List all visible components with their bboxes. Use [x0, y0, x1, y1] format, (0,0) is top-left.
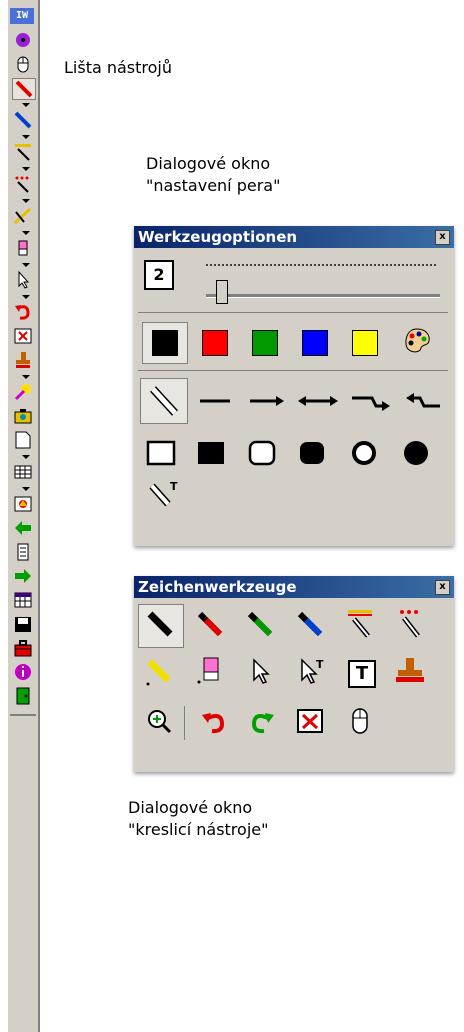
chevron-down-icon[interactable] — [22, 199, 30, 203]
vertical-toolbar: IW — [8, 0, 40, 1032]
black-pen-icon[interactable] — [140, 606, 180, 642]
yellow-marker-icon[interactable] — [140, 654, 180, 690]
return-arrow-icon — [406, 393, 440, 408]
toolbar-caption: Lišta nástrojů — [64, 58, 173, 77]
chevron-down-icon[interactable] — [22, 487, 30, 491]
calendar-icon[interactable] — [12, 590, 34, 610]
blue-pen-icon[interactable] — [12, 110, 34, 130]
thickness-value: 2 — [144, 260, 174, 290]
pen-options-dialog: Werkzeugoptionen x 2 T — [134, 226, 454, 546]
back-arrow-icon[interactable] — [12, 518, 34, 538]
drawing-tools-dialog: Zeichenwerkzeuge x T T — [134, 576, 454, 772]
redo-icon[interactable] — [242, 704, 282, 740]
divider — [138, 312, 448, 313]
app-logo: IW — [10, 8, 34, 24]
green-pen-icon[interactable] — [240, 606, 280, 642]
toolbar-divider — [10, 714, 36, 716]
info-icon[interactable] — [12, 662, 34, 682]
dialog-title-bar: Zeichenwerkzeuge x — [134, 576, 454, 598]
color-blue[interactable] — [302, 330, 328, 356]
highlighter-icon[interactable] — [340, 606, 380, 642]
color-red[interactable] — [202, 330, 228, 356]
page-icon[interactable] — [12, 430, 34, 450]
close-icon[interactable]: x — [435, 230, 450, 245]
eraser-icon[interactable] — [12, 238, 34, 258]
chevron-down-icon[interactable] — [22, 231, 30, 235]
undo-icon[interactable] — [194, 704, 234, 740]
chevron-down-icon[interactable] — [22, 167, 30, 171]
text-tool-icon[interactable]: T — [348, 660, 376, 688]
eraser-icon[interactable] — [190, 654, 230, 690]
red-pen-icon[interactable] — [190, 606, 230, 642]
save-icon[interactable] — [12, 614, 34, 634]
divider — [138, 370, 448, 371]
stamp-icon[interactable] — [12, 350, 34, 370]
blue-pen-icon[interactable] — [290, 606, 330, 642]
chevron-down-icon[interactable] — [22, 263, 30, 267]
camera-icon[interactable] — [12, 406, 34, 426]
stamp-icon[interactable] — [390, 654, 430, 690]
pointer-icon[interactable] — [240, 654, 280, 690]
thickness-slider-thumb[interactable] — [216, 280, 228, 304]
pen-dialog-caption-line2: "nastavení pera" — [146, 176, 281, 195]
target-icon[interactable] — [12, 30, 34, 50]
pen-dialog-caption-line1: Dialogové okno — [146, 154, 271, 173]
slider-ticks — [206, 264, 436, 272]
clear-page-icon[interactable] — [290, 704, 330, 740]
mouse-icon[interactable] — [12, 54, 34, 74]
red-pen-icon[interactable] — [12, 78, 36, 100]
color-yellow[interactable] — [352, 330, 378, 356]
zoom-icon[interactable] — [140, 704, 180, 740]
chevron-down-icon[interactable] — [22, 103, 30, 107]
dialog-title: Zeichenwerkzeuge — [138, 578, 297, 596]
chevron-down-icon[interactable] — [22, 455, 30, 459]
exit-icon[interactable] — [12, 686, 34, 706]
text-pointer-icon[interactable]: T — [290, 654, 330, 690]
close-icon[interactable]: x — [435, 580, 450, 595]
highlighter-icon[interactable] — [12, 142, 34, 162]
pointer-icon[interactable] — [12, 270, 34, 290]
dialog-title: Werkzeugoptionen — [138, 228, 298, 246]
torch-icon[interactable] — [12, 382, 34, 402]
text-pen-icon[interactable]: T — [146, 478, 180, 512]
color-black[interactable] — [152, 330, 178, 356]
undo-icon[interactable] — [12, 302, 34, 322]
double-arrow-icon — [298, 396, 338, 406]
dialog-title-bar: Werkzeugoptionen x — [134, 226, 454, 248]
thickness-slider-track[interactable] — [206, 294, 440, 298]
grid-icon[interactable] — [12, 462, 34, 482]
toolbox-icon[interactable] — [12, 638, 34, 658]
arrow-line-icon — [250, 396, 284, 406]
svg-text:T: T — [316, 658, 324, 671]
bent-arrow-icon — [352, 396, 390, 411]
line-style-row — [196, 386, 446, 416]
chevron-down-icon[interactable] — [22, 375, 30, 379]
page-list-icon[interactable] — [12, 542, 34, 562]
screen-icon[interactable] — [12, 494, 34, 514]
shape-style-row — [146, 438, 446, 468]
palette-icon[interactable] — [402, 326, 432, 356]
line-tool-icon[interactable] — [12, 206, 34, 226]
draw-dialog-caption-line1: Dialogové okno — [128, 798, 253, 817]
draw-dialog-caption-line2: "kreslicí nástroje" — [128, 820, 269, 839]
chevron-down-icon[interactable] — [22, 295, 30, 299]
forward-arrow-icon[interactable] — [12, 566, 34, 586]
color-green[interactable] — [252, 330, 278, 356]
divider — [184, 706, 185, 740]
dots-pen-icon[interactable] — [12, 174, 34, 194]
freehand-style-button[interactable] — [140, 378, 188, 424]
clear-icon[interactable] — [12, 326, 34, 346]
mouse-icon[interactable] — [340, 704, 380, 740]
svg-text:T: T — [170, 480, 178, 493]
chevron-down-icon[interactable] — [22, 135, 30, 139]
dots-pen-icon[interactable] — [390, 606, 430, 642]
